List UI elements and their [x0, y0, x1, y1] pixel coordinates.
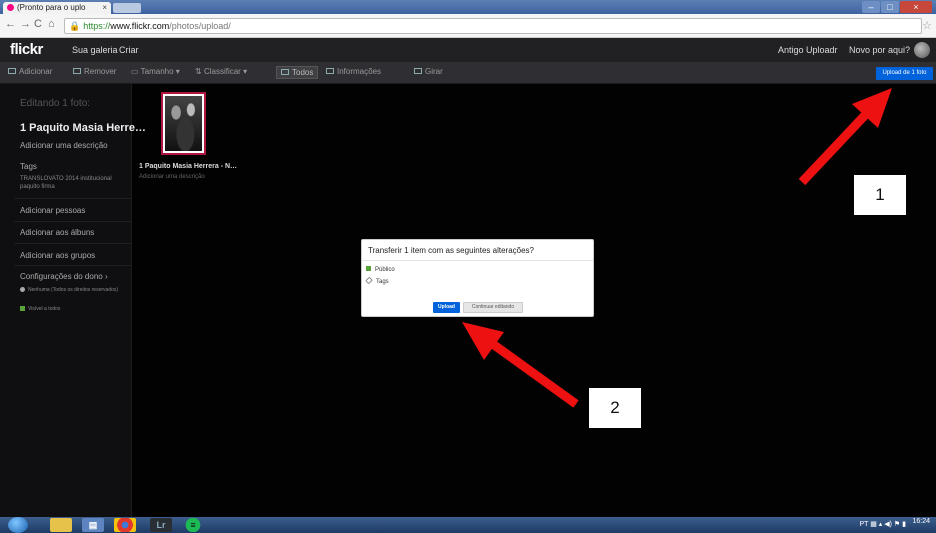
annotation-label-2: 2	[589, 388, 641, 428]
system-tray[interactable]: PT ▦ ▴ ◀) ⚑ ▮	[859, 520, 906, 528]
explorer-icon[interactable]	[50, 518, 72, 532]
spotify-icon[interactable]: ≡	[182, 518, 204, 532]
annotation-label-1: 1	[854, 175, 906, 215]
clock-time: 16:24	[912, 518, 930, 525]
annotation-arrows	[462, 88, 892, 408]
chrome-icon[interactable]	[114, 518, 136, 532]
clock[interactable]: 16:24	[912, 518, 930, 526]
red-arrow-2	[462, 322, 579, 408]
document-app-icon[interactable]: ▤	[82, 518, 104, 532]
screen: (Pronto para o uplo × – □ × ← → C ⌂ 🔒 htt…	[0, 0, 936, 533]
windows-taskbar: ▤ Lr ≡ PT ▦ ▴ ◀) ⚑ ▮ 16:24	[0, 517, 936, 533]
start-button[interactable]	[8, 517, 28, 533]
lightroom-icon[interactable]: Lr	[150, 518, 172, 532]
red-arrow-1	[798, 88, 892, 186]
language-indicator: PT	[859, 521, 869, 528]
